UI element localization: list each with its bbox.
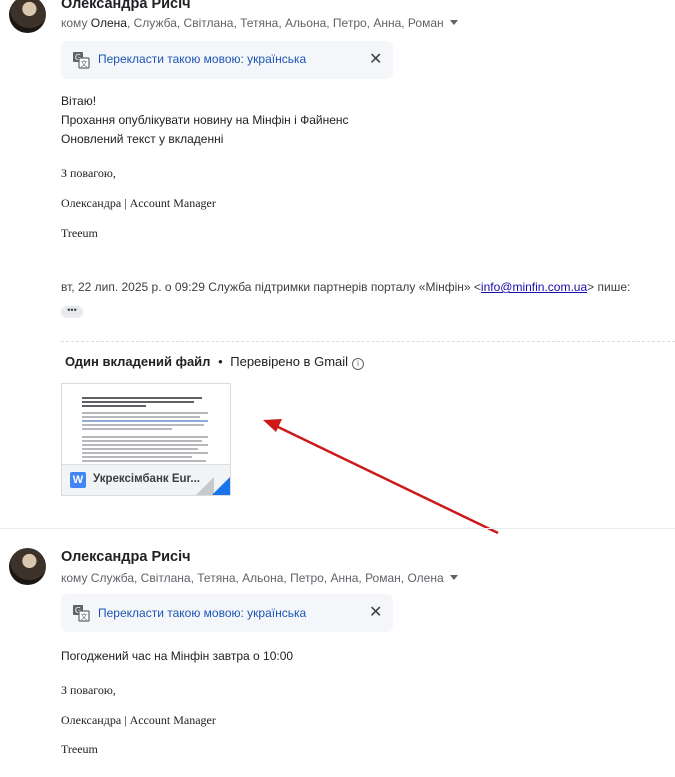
- attachment-name: Укрексімбанк Eur...: [93, 473, 200, 485]
- quote-prefix: вт, 22 лип. 2025 р. о 09:29 Служба підтр…: [61, 280, 481, 294]
- attachment-card[interactable]: W Укрексімбанк Eur...: [61, 383, 231, 496]
- attachment-preview: [62, 384, 230, 464]
- translate-link[interactable]: Перекласти такою мовою: українська: [98, 52, 306, 66]
- translate-icon: G 文: [73, 52, 90, 69]
- body-line-2-1: Погоджений час на Мінфін завтра о 10:00: [61, 649, 294, 663]
- attachments-divider: [61, 341, 675, 342]
- sender-avatar-2[interactable]: [9, 548, 46, 585]
- message-divider: [0, 528, 675, 529]
- signature-company-2: Treeum: [61, 742, 98, 756]
- recipients-line[interactable]: кому Олена, Служба, Світлана, Тетяна, Ал…: [61, 16, 458, 30]
- chevron-down-icon[interactable]: [449, 575, 458, 580]
- svg-text:文: 文: [81, 612, 88, 621]
- translate-icon: G 文: [73, 605, 90, 622]
- svg-text:文: 文: [81, 59, 88, 68]
- attachments-title: Один вкладений файл: [65, 354, 211, 369]
- body-line-3: Оновлений текст у вкладенні: [61, 132, 224, 146]
- signature-regards: З повагою,: [61, 166, 116, 180]
- recipients-2: Служба, Світлана, Тетяна, Альона, Петро,…: [90, 571, 444, 585]
- signature-regards-2: З повагою,: [61, 683, 116, 697]
- info-icon[interactable]: i: [352, 358, 365, 370]
- sender-name-2[interactable]: Олександра Рисіч: [61, 549, 191, 565]
- recipients-line-2[interactable]: кому Служба, Світлана, Тетяна, Альона, П…: [61, 571, 458, 585]
- body-line-1: Вітаю!: [61, 94, 97, 108]
- recipients-prefix: кому: [61, 16, 91, 30]
- drive-badge: [212, 477, 230, 495]
- recipients-rest: , Служба, Світлана, Тетяна, Альона, Петр…: [126, 16, 444, 30]
- quote-email-link[interactable]: info@minfin.com.ua: [481, 280, 587, 294]
- body-line-2: Прохання опублікувати новину на Мінфін і…: [61, 113, 349, 127]
- close-icon[interactable]: ✕: [369, 52, 382, 68]
- recipient-first: Олена: [90, 16, 127, 30]
- attachments-verified: Перевірено в Gmail: [230, 354, 349, 369]
- quote-suffix: > пише:: [587, 280, 631, 294]
- signature-company: Treeum: [61, 226, 98, 240]
- signature-name-2: Олександра | Account Manager: [61, 713, 216, 727]
- sender-avatar[interactable]: [9, 0, 46, 33]
- signature-name: Олександра | Account Manager: [61, 196, 216, 210]
- close-icon[interactable]: ✕: [369, 605, 382, 621]
- quote-header: вт, 22 лип. 2025 р. о 09:29 Служба підтр…: [61, 280, 630, 294]
- chevron-down-icon[interactable]: [449, 20, 458, 25]
- sender-name[interactable]: Олександра Рисіч: [61, 0, 191, 12]
- attachments-header: Один вкладений файл • Перевірено в Gmail…: [65, 354, 365, 370]
- translate-link-2[interactable]: Перекласти такою мовою: українська: [98, 606, 306, 620]
- ellipsis-icon[interactable]: •••: [61, 306, 83, 318]
- recipients-prefix-2: кому: [61, 571, 91, 585]
- word-doc-icon: W: [70, 472, 86, 488]
- attachments-separator: •: [218, 354, 223, 369]
